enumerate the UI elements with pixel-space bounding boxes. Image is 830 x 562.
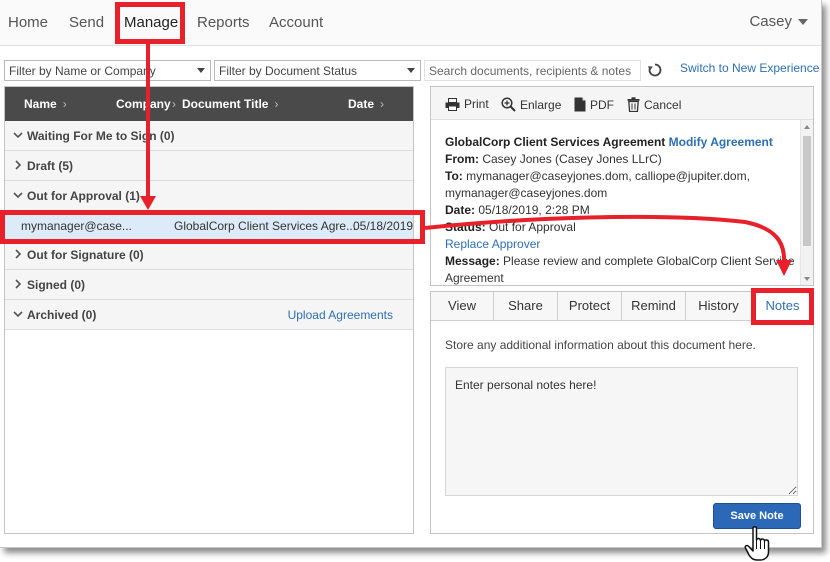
date-value: 05/18/2019, 2:28 PM bbox=[478, 203, 590, 217]
printer-icon bbox=[445, 98, 460, 111]
scroll-up-icon[interactable] bbox=[804, 125, 810, 129]
agreement-title-line: GlobalCorp Client Services Agreement Mod… bbox=[445, 135, 773, 149]
tab-view[interactable]: View bbox=[431, 292, 494, 321]
trash-icon bbox=[627, 97, 640, 113]
column-document-title[interactable]: › Document Title › bbox=[172, 97, 278, 111]
search-input[interactable] bbox=[424, 60, 641, 81]
magnifier-plus-icon bbox=[501, 97, 516, 112]
tab-notes[interactable]: Notes bbox=[752, 292, 813, 322]
row-date: 05/18/2019 bbox=[353, 219, 414, 233]
chevron-right-icon bbox=[15, 249, 22, 259]
row-name: mymanager@case... bbox=[21, 219, 132, 233]
group-label: Waiting For Me to Sign (0) bbox=[27, 129, 175, 143]
details-scrollbar[interactable] bbox=[800, 120, 813, 285]
tab-remind[interactable]: Remind bbox=[622, 292, 686, 321]
to-value: mymanager@caseyjones.dom, calliope@jupit… bbox=[466, 169, 750, 183]
notes-textarea[interactable] bbox=[445, 367, 798, 496]
chevron-right-icon bbox=[15, 279, 22, 289]
group-draft[interactable]: Draft (5) bbox=[5, 151, 413, 181]
name-company-filter[interactable]: Filter by Name or Company bbox=[4, 60, 211, 81]
to-value-continued: mymanager@caseyjones.dom bbox=[445, 186, 608, 200]
document-status-filter-value: Filter by Document Status bbox=[219, 64, 358, 78]
column-company[interactable]: Company bbox=[116, 97, 171, 111]
list-header: Name › Company › Document Title › Date › bbox=[5, 87, 413, 121]
row-title: GlobalCorp Client Services Agre... bbox=[174, 219, 357, 233]
upload-agreements-link[interactable]: Upload Agreements bbox=[288, 308, 393, 322]
group-waiting-for-me[interactable]: Waiting For Me to Sign (0) bbox=[5, 121, 413, 151]
notes-hint: Store any additional information about t… bbox=[445, 338, 756, 352]
column-name[interactable]: Name › bbox=[24, 97, 67, 111]
group-out-for-signature[interactable]: Out for Signature (0) bbox=[5, 240, 413, 270]
group-label: Out for Signature (0) bbox=[27, 248, 144, 262]
agreements-list: Name › Company › Document Title › Date › Wai… bbox=[4, 86, 414, 534]
group-label: Out for Approval (1) bbox=[27, 189, 140, 203]
pdf-button[interactable]: PDF bbox=[574, 97, 614, 112]
table-row[interactable]: mymanager@case... GlobalCorp Client Serv… bbox=[5, 212, 413, 240]
pdf-file-icon bbox=[574, 97, 586, 112]
tab-bar: View Share Protect Remind History Notes bbox=[431, 292, 813, 322]
nav-reports[interactable]: Reports bbox=[197, 14, 250, 31]
nav-send[interactable]: Send bbox=[69, 14, 104, 31]
print-button[interactable]: Print bbox=[445, 97, 489, 111]
document-status-filter[interactable]: Filter by Document Status bbox=[214, 60, 421, 81]
status-value: Out for Approval bbox=[489, 220, 576, 234]
column-date[interactable]: Date › bbox=[348, 97, 384, 111]
nav-account[interactable]: Account bbox=[269, 14, 323, 31]
app-window: Home Send Manage Reports Account Casey F… bbox=[0, 0, 822, 548]
chevron-down-icon bbox=[798, 19, 808, 26]
from-value: Casey Jones (Casey Jones LLrC) bbox=[482, 152, 662, 166]
user-name: Casey bbox=[749, 13, 792, 30]
tab-history[interactable]: History bbox=[686, 292, 752, 321]
message-value: Please review and complete GlobalCorp Cl… bbox=[503, 254, 795, 268]
agreement-details-panel: Print Enlarge PDF Cancel GlobalCorp Clie… bbox=[430, 86, 814, 286]
refresh-icon[interactable] bbox=[647, 62, 663, 78]
scroll-down-icon[interactable] bbox=[804, 277, 810, 281]
group-archived[interactable]: Archived (0) Upload Agreements bbox=[5, 300, 413, 330]
tab-protect[interactable]: Protect bbox=[558, 292, 622, 321]
chevron-down-icon bbox=[13, 192, 23, 199]
tab-share[interactable]: Share bbox=[494, 292, 558, 321]
details-toolbar: Print Enlarge PDF Cancel bbox=[431, 87, 813, 120]
chevron-down-icon bbox=[13, 311, 23, 318]
dropdown-arrow-icon bbox=[407, 68, 415, 73]
replace-approver-link[interactable]: Replace Approver bbox=[445, 237, 540, 251]
chevron-right-icon bbox=[15, 160, 22, 170]
save-note-button[interactable]: Save Note bbox=[713, 503, 801, 529]
name-company-filter-value: Filter by Name or Company bbox=[9, 64, 156, 78]
switch-experience-link[interactable]: Switch to New Experience bbox=[680, 61, 819, 75]
agreement-details: GlobalCorp Client Services Agreement Mod… bbox=[445, 134, 795, 285]
message-value-continued: Agreement bbox=[445, 271, 504, 285]
chevron-down-icon bbox=[13, 132, 23, 139]
group-signed[interactable]: Signed (0) bbox=[5, 270, 413, 300]
enlarge-button[interactable]: Enlarge bbox=[501, 97, 561, 112]
modify-agreement-link[interactable]: Modify Agreement bbox=[669, 135, 773, 149]
nav-manage[interactable]: Manage bbox=[124, 14, 178, 31]
group-out-for-approval[interactable]: Out for Approval (1) bbox=[5, 181, 413, 211]
group-label: Signed (0) bbox=[27, 278, 86, 292]
top-nav: Home Send Manage Reports Account Casey bbox=[0, 0, 821, 46]
scroll-thumb[interactable] bbox=[803, 136, 811, 246]
nav-home[interactable]: Home bbox=[8, 14, 48, 31]
user-menu[interactable]: Casey bbox=[749, 13, 808, 30]
group-label: Draft (5) bbox=[27, 159, 74, 173]
cancel-agreement-button[interactable]: Cancel bbox=[627, 97, 681, 113]
group-label: Archived (0) bbox=[27, 308, 97, 322]
agreement-actions-panel: View Share Protect Remind History Notes … bbox=[430, 291, 814, 534]
dropdown-arrow-icon bbox=[197, 68, 205, 73]
